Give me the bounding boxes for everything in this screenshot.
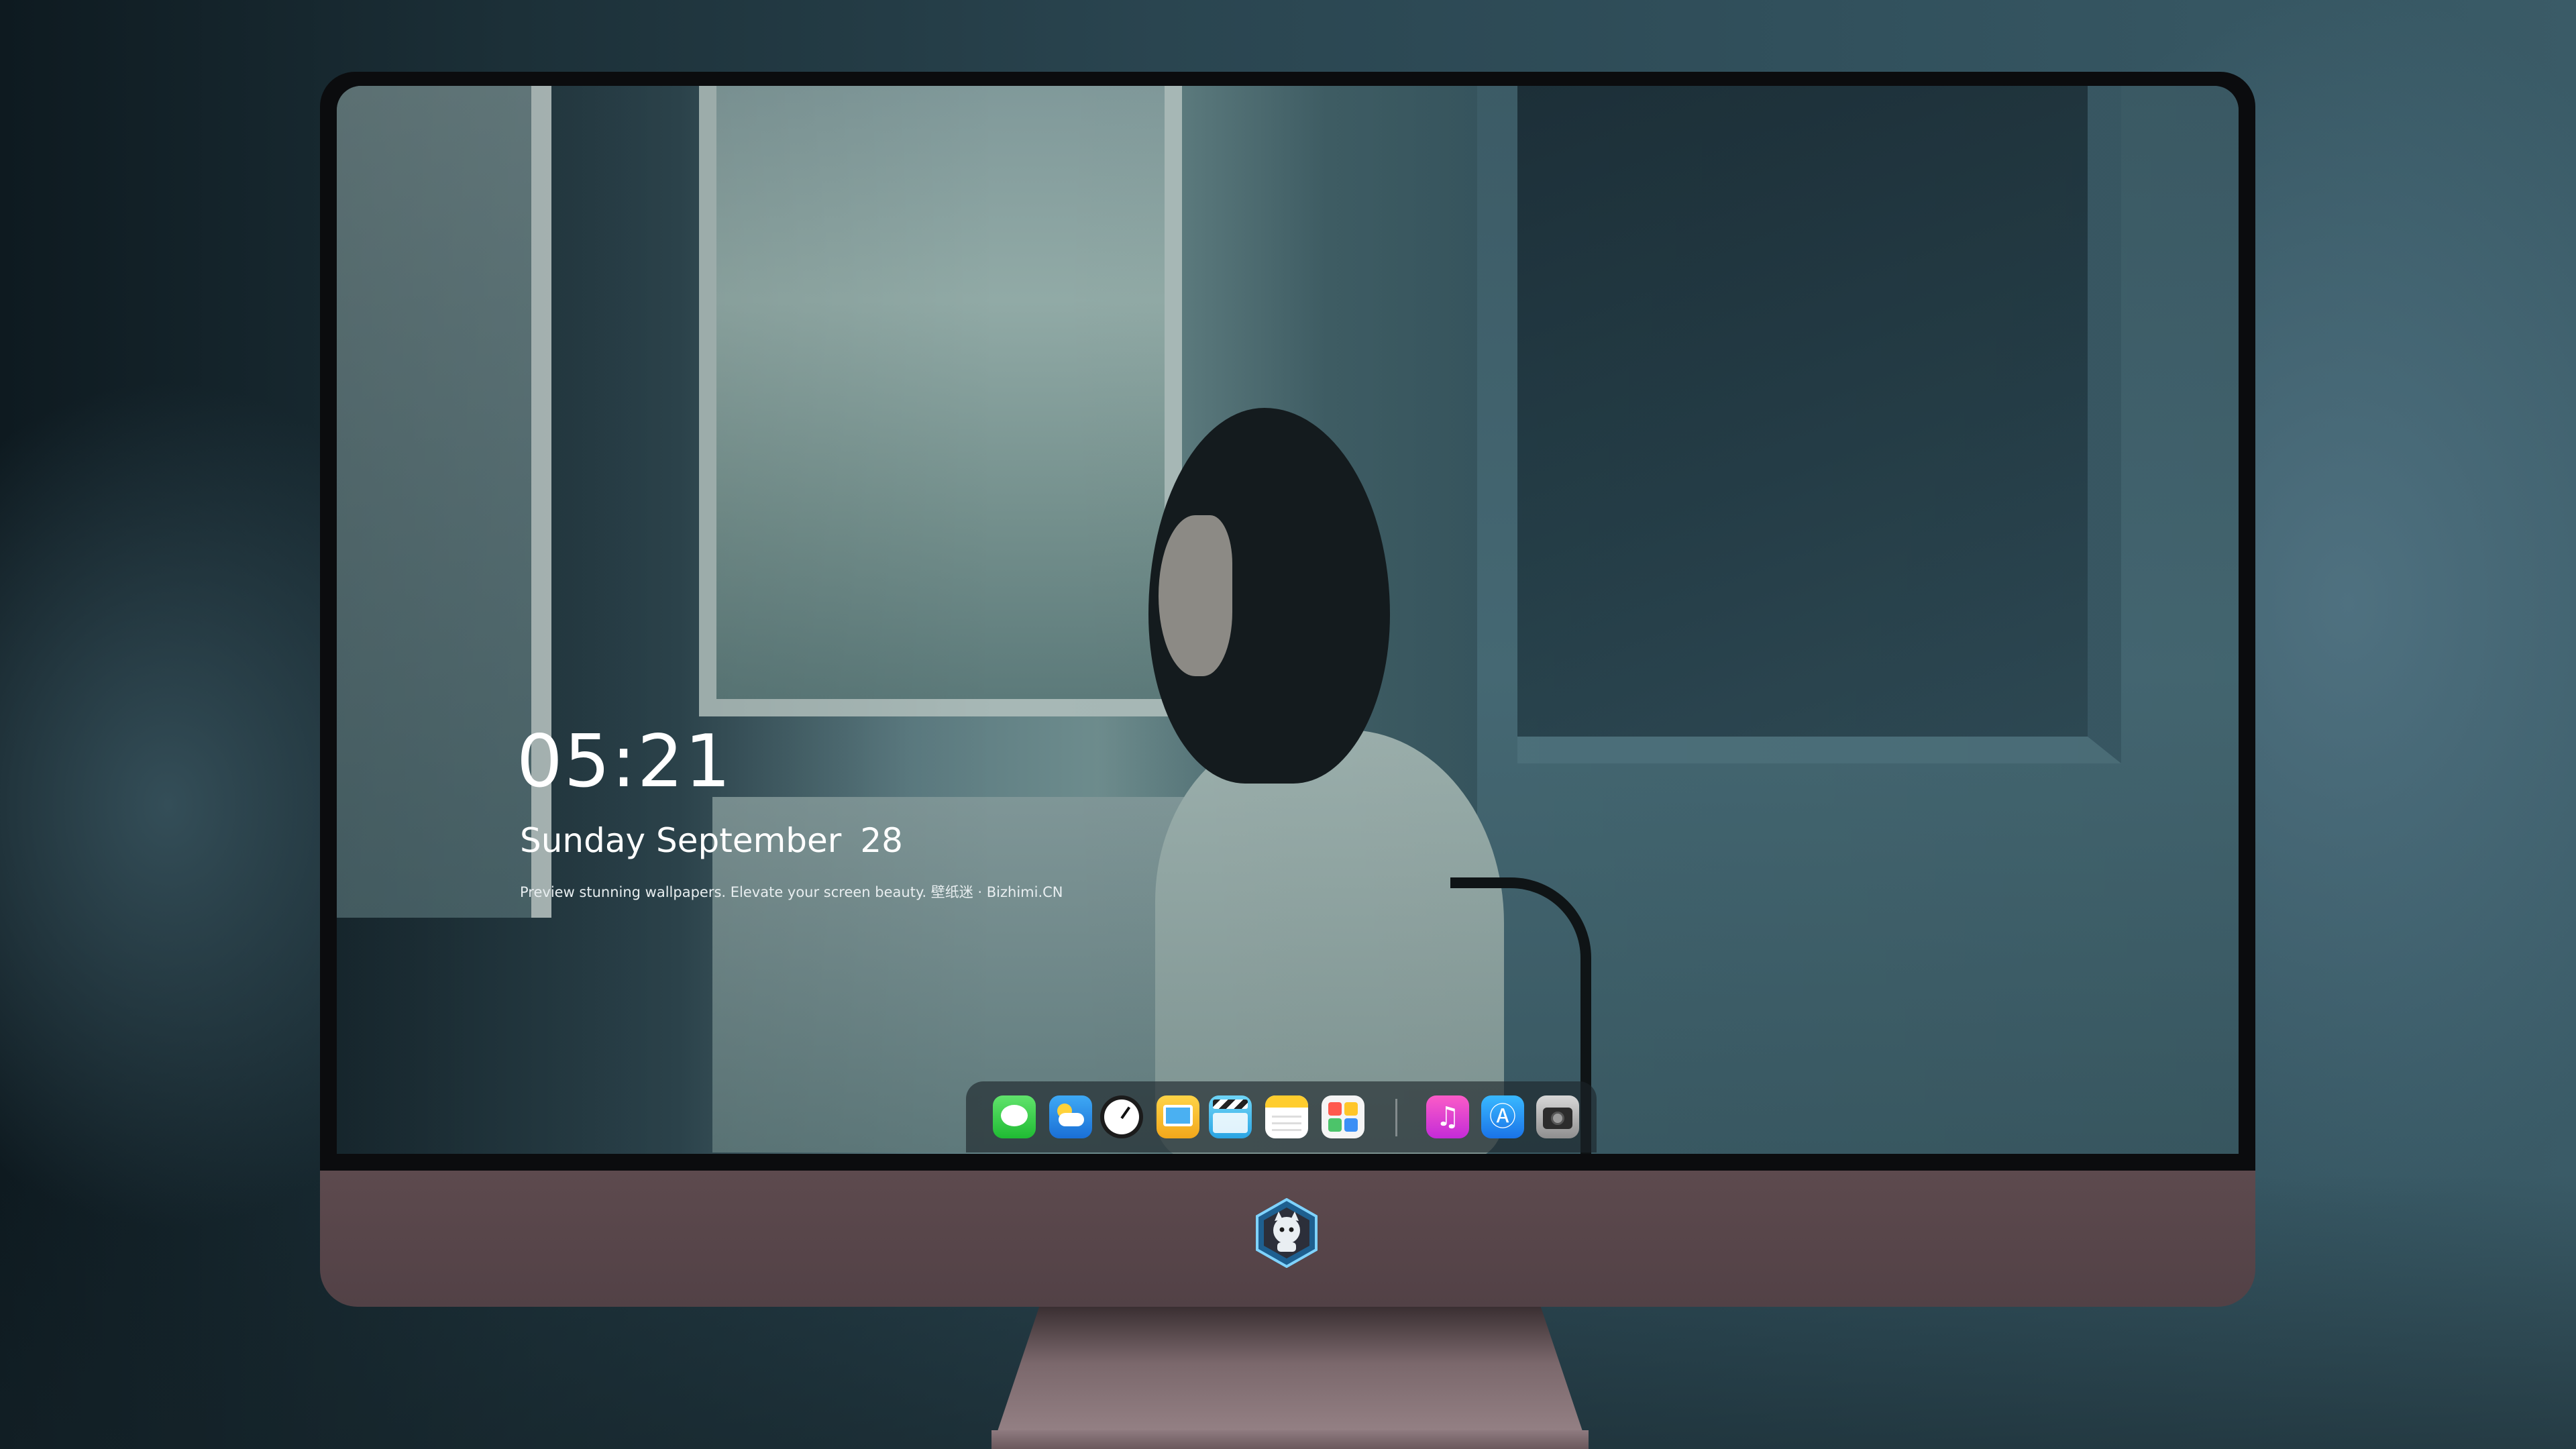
lock-clock-time: 05:21 xyxy=(517,720,733,804)
clock-icon[interactable] xyxy=(1100,1095,1143,1138)
preview-icon[interactable] xyxy=(1157,1095,1199,1138)
monitor-stand xyxy=(991,1307,1589,1449)
notes-icon[interactable] xyxy=(1265,1095,1308,1138)
app-store-glyph: Ⓐ xyxy=(1489,1102,1516,1132)
wallpaper-tint xyxy=(337,86,2239,1154)
dock: ♫ Ⓐ xyxy=(966,1081,1597,1152)
wallpaper-caption: Preview stunning wallpapers. Elevate you… xyxy=(520,884,1063,900)
messages-icon[interactable] xyxy=(993,1095,1036,1138)
weather-icon[interactable] xyxy=(1049,1095,1092,1138)
dock-separator xyxy=(1395,1099,1397,1136)
lock-date-weekday-month: Sunday September xyxy=(520,821,842,860)
monitor-screen xyxy=(337,86,2239,1154)
mascot-logo-icon xyxy=(1256,1198,1318,1268)
music-icon[interactable]: ♫ xyxy=(1426,1095,1469,1138)
monitor-stand-base xyxy=(991,1430,1589,1449)
lock-date: Sunday September 28 xyxy=(520,824,903,857)
clips-icon[interactable] xyxy=(1209,1095,1252,1138)
app-store-icon[interactable]: Ⓐ xyxy=(1481,1095,1524,1138)
camera-icon[interactable] xyxy=(1536,1095,1579,1138)
music-note-glyph: ♫ xyxy=(1436,1102,1460,1132)
photos-icon[interactable] xyxy=(1322,1095,1364,1138)
lock-date-day: 28 xyxy=(860,821,903,860)
